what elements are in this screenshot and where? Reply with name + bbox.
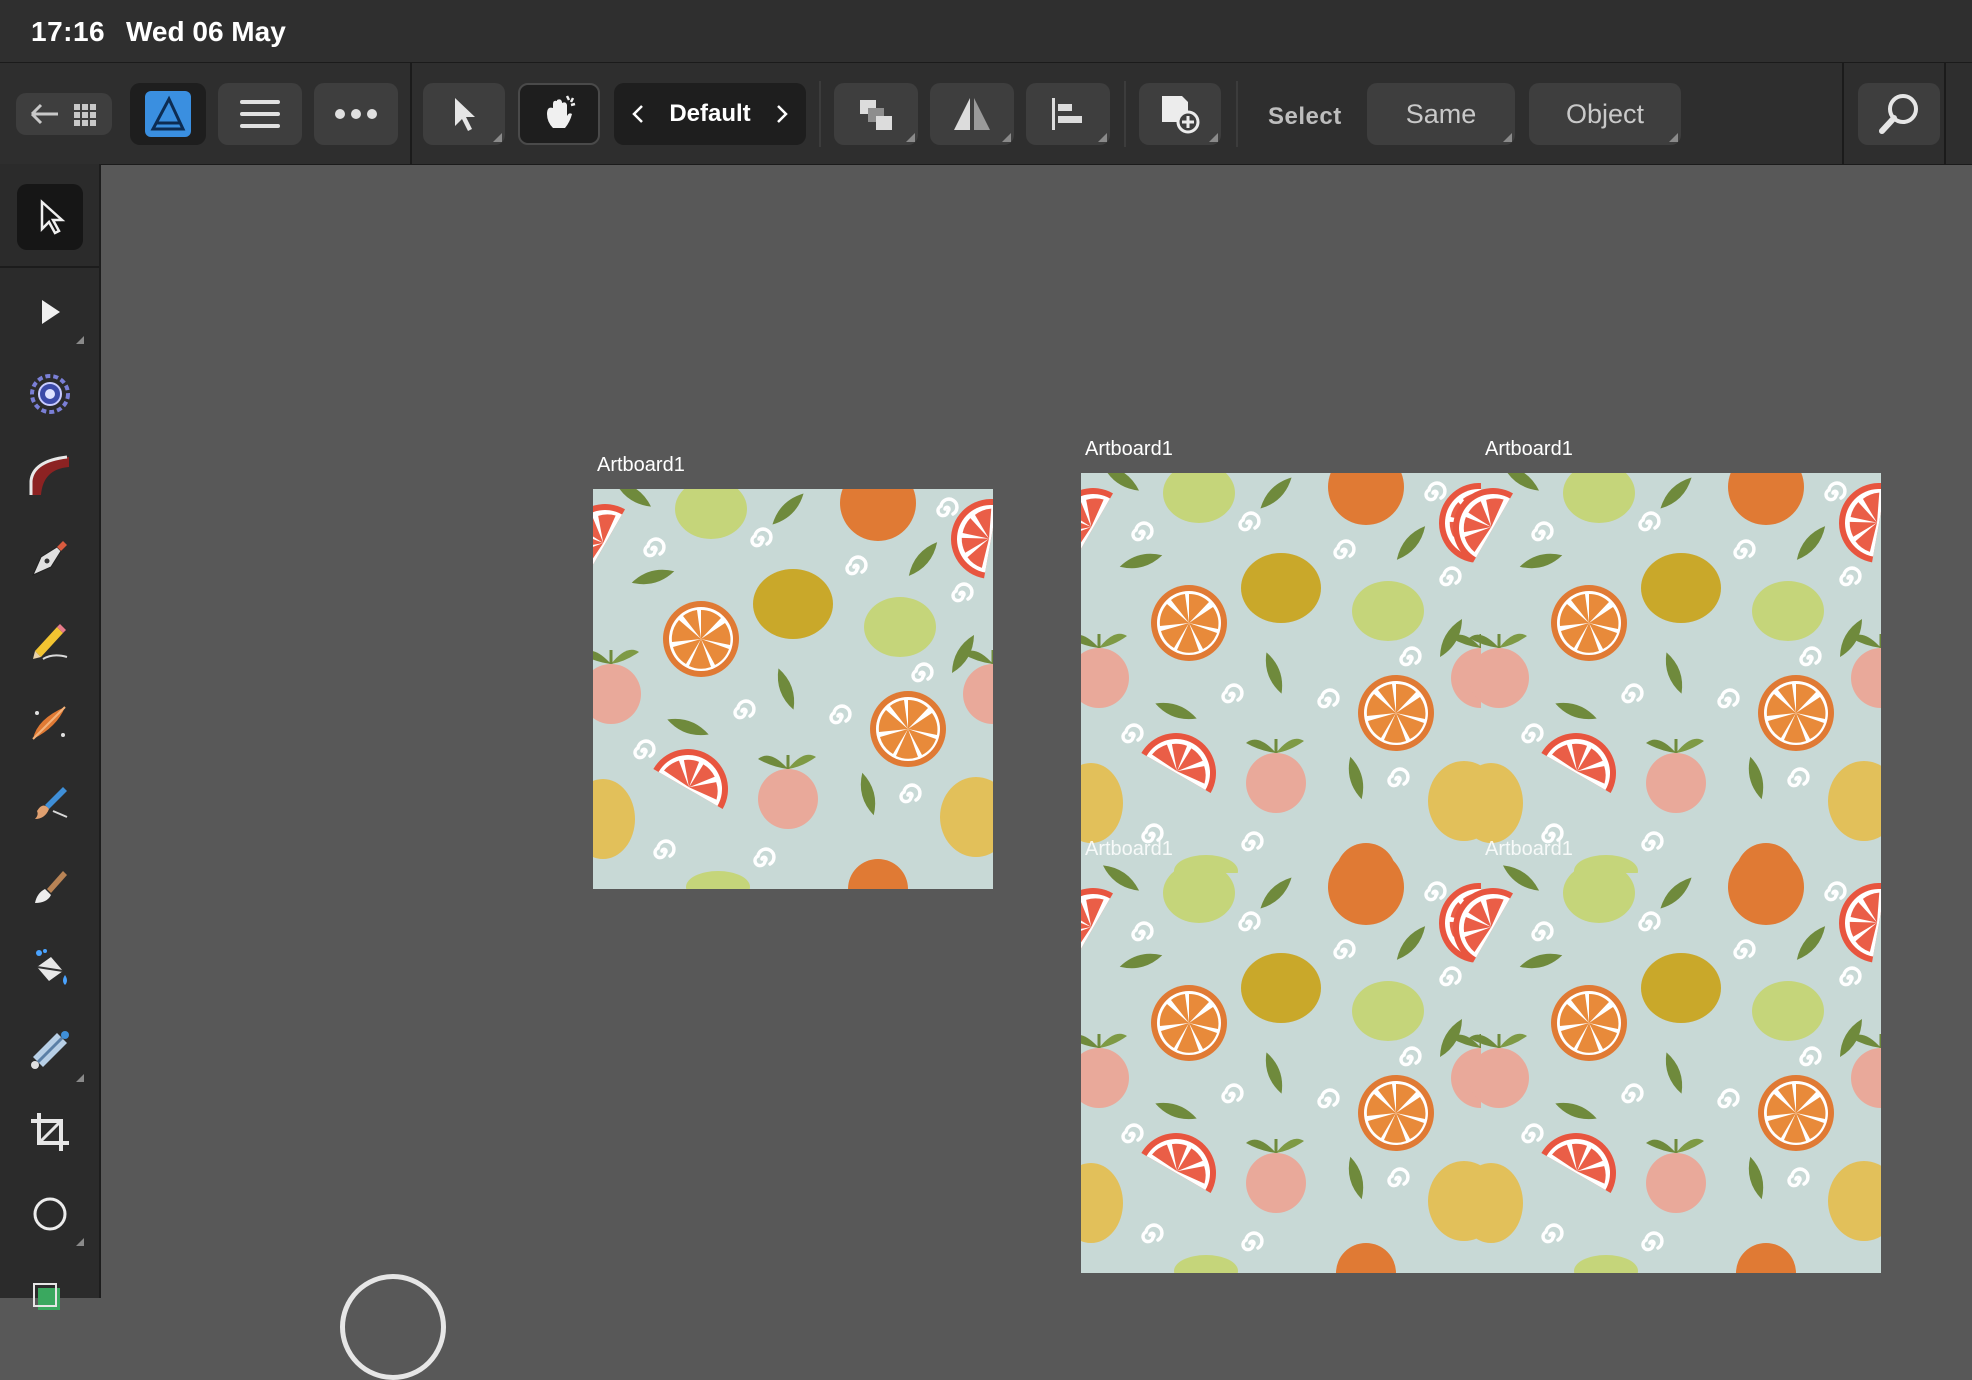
artboard-grid[interactable] bbox=[1081, 473, 1881, 1273]
hamburger-menu-icon bbox=[240, 100, 280, 128]
status-bar: 17:16 Wed 06 May bbox=[0, 0, 1972, 62]
back-arrow-icon bbox=[30, 103, 96, 126]
artboard-label[interactable]: Artboard1 bbox=[1085, 838, 1173, 861]
select-same-button[interactable]: Same bbox=[1367, 83, 1515, 145]
artboard-label[interactable]: Artboard1 bbox=[1085, 438, 1173, 461]
move-tool-icon bbox=[40, 199, 66, 235]
artboard-single[interactable] bbox=[593, 489, 993, 889]
preset-label: Default bbox=[669, 100, 751, 127]
pixel-brush-tool[interactable] bbox=[20, 774, 80, 834]
insert-button[interactable] bbox=[1139, 83, 1221, 145]
snapping-icon bbox=[547, 95, 576, 128]
status-time: 17:16 bbox=[31, 16, 106, 47]
crop-tool-icon bbox=[31, 1113, 69, 1151]
artboard-label[interactable]: Artboard1 bbox=[597, 454, 685, 477]
move-tool[interactable] bbox=[17, 184, 83, 250]
chevron-right-icon[interactable] bbox=[774, 102, 790, 126]
zoom-button[interactable] bbox=[1858, 83, 1940, 145]
designer-persona-button[interactable] bbox=[130, 83, 206, 145]
tools-panel bbox=[0, 164, 101, 1310]
move-tool-icon bbox=[455, 98, 475, 131]
status-date: Wed 06 May bbox=[126, 16, 286, 47]
corner-tool[interactable] bbox=[20, 446, 80, 506]
align-button[interactable] bbox=[1026, 83, 1110, 145]
select-object-label: Object bbox=[1565, 98, 1645, 129]
artboard-label[interactable]: Artboard1 bbox=[1485, 438, 1573, 461]
arrange-button[interactable] bbox=[834, 83, 918, 145]
toolbar-divider bbox=[410, 63, 412, 164]
more-icon bbox=[335, 109, 377, 119]
transparency-tool-icon bbox=[31, 1031, 69, 1069]
contour-tool[interactable] bbox=[20, 364, 80, 424]
flip-button[interactable] bbox=[930, 83, 1014, 145]
toolbar-divider bbox=[1236, 81, 1238, 147]
arrange-icon bbox=[860, 100, 892, 130]
pen-tool-icon bbox=[32, 541, 67, 576]
node-tool-icon bbox=[42, 300, 60, 324]
paint-brush-tool-icon bbox=[35, 871, 67, 903]
grid-icon bbox=[74, 104, 96, 126]
zoom-icon bbox=[1879, 94, 1918, 134]
crop-tool[interactable] bbox=[20, 1102, 80, 1162]
pencil-tool[interactable] bbox=[20, 610, 80, 670]
tools-divider bbox=[0, 266, 99, 268]
navigator-control[interactable] bbox=[340, 1274, 446, 1380]
select-object-button[interactable]: Object bbox=[1529, 83, 1681, 145]
artboard-label[interactable]: Artboard1 bbox=[1485, 838, 1573, 861]
snapping-button[interactable] bbox=[518, 83, 600, 145]
artboard-tool[interactable] bbox=[20, 1264, 80, 1324]
toolbar-divider bbox=[819, 81, 821, 147]
select-same-label: Same bbox=[1405, 98, 1477, 129]
more-options-button[interactable] bbox=[314, 83, 398, 145]
document-canvas[interactable]: Artboard1 Artboard1 Artboard1 Artboard1 … bbox=[101, 164, 1972, 1298]
affinity-designer-icon bbox=[145, 91, 191, 137]
vector-brush-tool[interactable] bbox=[20, 692, 80, 752]
toolbar-divider bbox=[1944, 63, 1946, 164]
document-menu-button[interactable] bbox=[218, 83, 302, 145]
pixel-brush-tool-icon bbox=[35, 787, 68, 819]
corner-tool-icon bbox=[29, 455, 69, 495]
move-mode-button[interactable] bbox=[423, 83, 505, 145]
select-label: Select bbox=[1268, 103, 1342, 130]
pen-tool[interactable] bbox=[20, 528, 80, 588]
fill-tool[interactable] bbox=[20, 938, 80, 998]
fruit-pattern-image bbox=[1081, 473, 1881, 1273]
insert-icon bbox=[1162, 96, 1200, 134]
toolbar-divider bbox=[1842, 63, 1844, 164]
align-icon bbox=[1052, 98, 1082, 130]
ellipse-tool[interactable] bbox=[20, 1184, 84, 1246]
contour-tool-icon bbox=[30, 374, 70, 414]
fruit-pattern-image bbox=[593, 489, 993, 889]
pencil-tool-icon bbox=[33, 624, 68, 660]
artboard-tool-icon bbox=[33, 1283, 60, 1310]
paint-brush-tool[interactable] bbox=[20, 856, 80, 916]
main-toolbar: Default Select Same Object bbox=[0, 62, 1972, 165]
home-button[interactable] bbox=[16, 93, 112, 135]
preset-selector[interactable]: Default bbox=[614, 83, 806, 145]
chevron-left-icon[interactable] bbox=[630, 102, 646, 126]
ellipse-tool-icon bbox=[33, 1197, 67, 1231]
fill-tool-icon bbox=[36, 949, 67, 985]
transparency-tool[interactable] bbox=[20, 1020, 84, 1082]
vector-brush-tool-icon bbox=[32, 706, 66, 740]
flip-icon bbox=[954, 98, 990, 130]
toolbar-divider bbox=[1124, 81, 1126, 147]
node-tool[interactable] bbox=[20, 282, 84, 344]
